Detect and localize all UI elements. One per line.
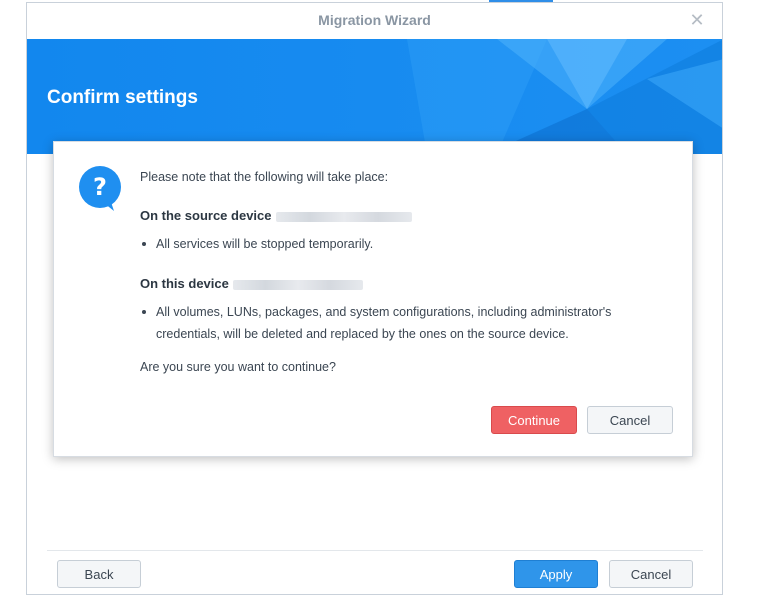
banner-title: Confirm settings [47,87,198,108]
source-bullet: All services will be stopped temporarily… [142,233,662,255]
dialog-cancel-button[interactable]: Cancel [587,406,673,434]
svg-text:?: ? [93,173,107,201]
title-bar: Migration Wizard ✕ [27,3,722,37]
window-title: Migration Wizard [318,12,431,28]
continue-button[interactable]: Continue [491,406,577,434]
back-button[interactable]: Back [57,560,141,588]
this-device-heading-text: On this device [140,276,229,291]
bullet-dot [142,242,146,246]
source-device-heading-text: On the source device [140,208,272,223]
footer-divider [47,550,703,551]
redacted-this-name [232,279,363,290]
this-bullet-line1: All volumes, LUNs, packages, and system … [156,305,612,319]
banner: Confirm settings [27,39,722,154]
source-bullet-text: All services will be stopped temporarily… [156,237,374,251]
intro-text: Please note that the following will take… [140,170,389,184]
question-icon: ? [79,166,121,211]
this-bullet-line2: credentials, will be deleted and replace… [156,327,569,341]
question-text: Are you sure you want to continue? [140,360,336,374]
close-icon[interactable]: ✕ [688,11,706,29]
redacted-source-name [275,211,412,222]
apply-button[interactable]: Apply [514,560,598,588]
confirm-dialog: ? Please note that the following will ta… [53,141,693,457]
this-device-heading: On this device [140,276,363,291]
bullet-dot [142,310,146,314]
footer-cancel-button[interactable]: Cancel [609,560,693,588]
this-device-bullet: All volumes, LUNs, packages, and system … [142,301,682,345]
source-device-heading: On the source device [140,208,412,223]
